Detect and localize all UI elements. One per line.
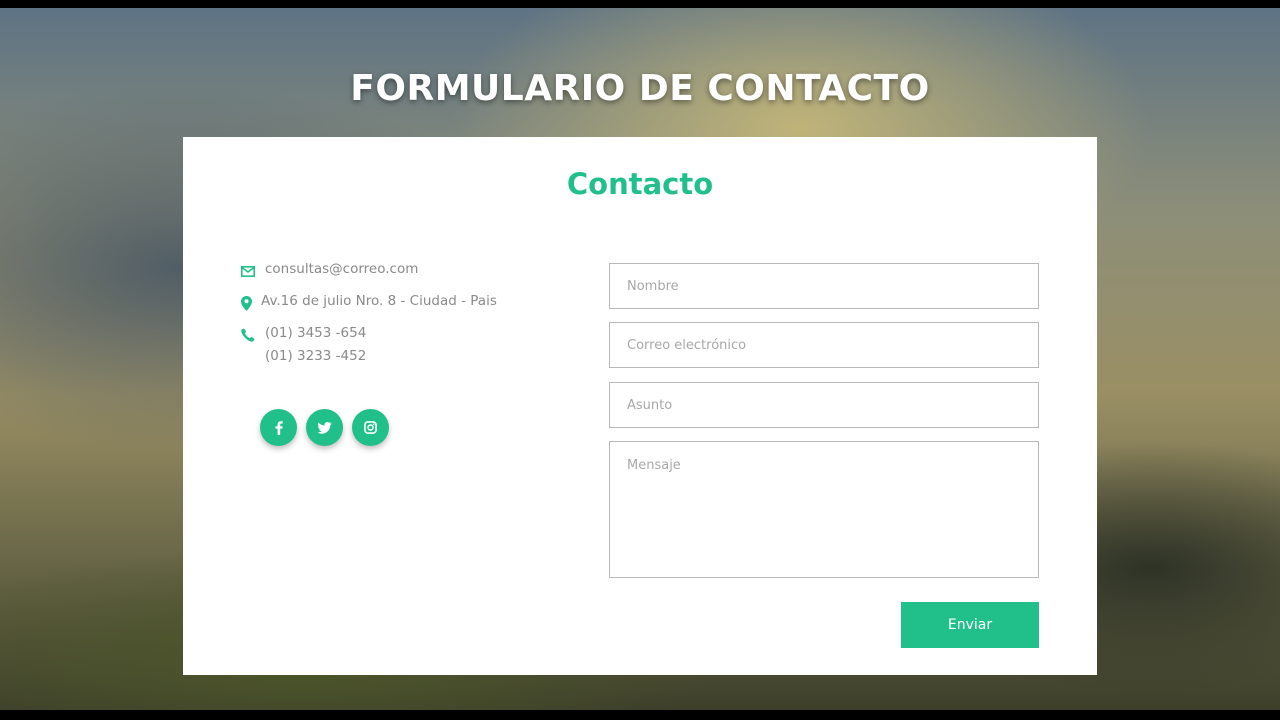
contact-address-row: Av.16 de julio Nro. 8 - Ciudad - Pais	[241, 293, 497, 313]
contact-phone-2: (01) 3233 -452	[265, 348, 367, 364]
contact-email: consultas@correo.com	[265, 261, 419, 277]
page-title: FORMULARIO DE CONTACTO	[350, 68, 930, 109]
instagram-icon	[364, 421, 377, 434]
contact-phone-1: (01) 3453 -654	[265, 325, 367, 341]
twitter-icon	[317, 421, 332, 434]
message-textarea[interactable]	[609, 441, 1039, 578]
phone-icon	[241, 325, 265, 345]
instagram-button[interactable]	[352, 409, 389, 446]
subject-input[interactable]	[609, 382, 1039, 428]
email-input[interactable]	[609, 322, 1039, 368]
contact-address: Av.16 de julio Nro. 8 - Ciudad - Pais	[261, 293, 497, 309]
map-marker-icon	[241, 293, 261, 313]
facebook-button[interactable]	[260, 409, 297, 446]
name-input[interactable]	[609, 263, 1039, 309]
contact-phone-row: (01) 3453 -654	[241, 325, 366, 345]
contact-card: Contacto consultas@correo.com Av.16 de j…	[183, 137, 1097, 675]
send-button[interactable]: Enviar	[901, 602, 1039, 648]
contact-email-row: consultas@correo.com	[241, 261, 418, 281]
envelope-icon	[241, 261, 265, 281]
social-links	[260, 409, 389, 446]
facebook-icon	[275, 420, 283, 435]
card-title: Contacto	[566, 167, 714, 201]
twitter-button[interactable]	[306, 409, 343, 446]
